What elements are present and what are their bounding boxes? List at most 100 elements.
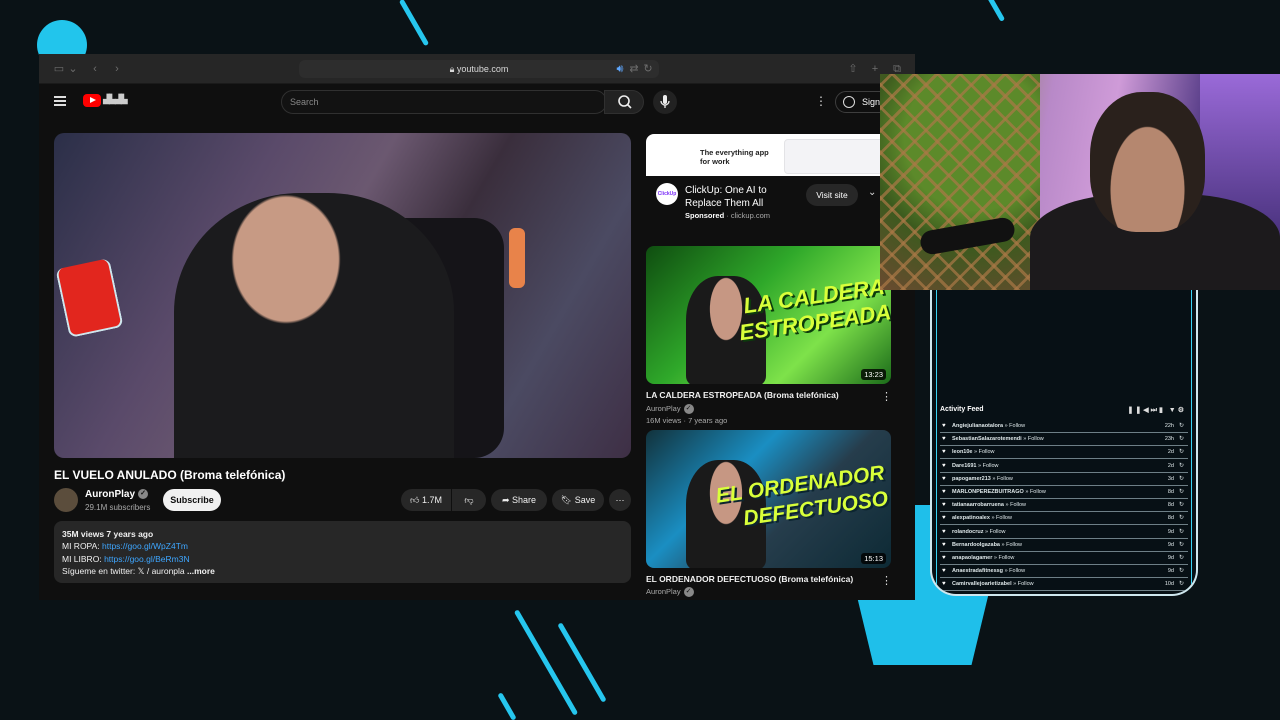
- rec-channel[interactable]: AuronPlay ✓: [646, 404, 694, 415]
- sidebar-toggle-icon[interactable]: ▭: [53, 63, 65, 75]
- replay-icon[interactable]: ↻: [1179, 486, 1184, 498]
- video-player[interactable]: [54, 133, 631, 458]
- desc-ropa-label: MI ROPA:: [62, 541, 100, 552]
- filter-icon[interactable]: ▼: [1169, 407, 1178, 414]
- activity-time: 23h: [1164, 436, 1174, 443]
- replay-icon[interactable]: ↻: [1179, 446, 1184, 458]
- channel-name[interactable]: AuronPlay ✓: [85, 489, 149, 500]
- video-description[interactable]: 35M views 7 years ago MI ROPA: https://g…: [54, 521, 631, 583]
- rec-title[interactable]: EL ORDENADOR DEFECTUOSO (Broma telefónic…: [646, 574, 853, 584]
- desc-ropa-link[interactable]: https://goo.gl/WpZ4Tm: [102, 541, 188, 551]
- video-frame-phone: [55, 258, 124, 338]
- chevron-down-icon[interactable]: ⌄: [868, 187, 876, 198]
- logo-doodle-icon: ▟▙▟▙: [103, 94, 128, 104]
- trash-icon[interactable]: ▮: [1159, 407, 1165, 414]
- activity-action: Follow: [1027, 436, 1044, 443]
- menu-icon[interactable]: [54, 96, 66, 106]
- thumb-text: LA CALDERA ESTROPEADA: [737, 273, 891, 346]
- url-text: youtube.com: [456, 64, 509, 74]
- rec-thumbnail[interactable]: LA CALDERA ESTROPEADA 13:23: [646, 246, 891, 384]
- activity-time: 2d: [1167, 462, 1174, 469]
- replay-icon[interactable]: ↻: [1179, 578, 1184, 590]
- search-button[interactable]: [604, 90, 644, 114]
- ad-card[interactable]: ClickUp ClickUp: One AI to Replace Them …: [646, 176, 915, 231]
- replay-icon[interactable]: ↻: [1179, 499, 1184, 511]
- address-bar[interactable]: 🔒︎ youtube.com: [299, 60, 659, 78]
- share-button[interactable]: ➦ Share: [491, 489, 547, 511]
- translate-icon[interactable]: ⇄: [628, 63, 640, 75]
- replay-icon[interactable]: ↻: [1179, 473, 1184, 485]
- activity-action: Follow: [989, 528, 1006, 535]
- reload-icon[interactable]: ↻: [642, 63, 654, 75]
- like-count: 1.7M: [421, 495, 442, 505]
- more-actions-button[interactable]: ⋯: [609, 489, 631, 511]
- activity-feed-row: ♥ MARLONPEREZBUITRAGO » Follow 8d ↻: [940, 486, 1188, 499]
- heart-icon: ♥: [942, 489, 946, 495]
- replay-icon[interactable]: ↻: [1179, 460, 1184, 472]
- duration-badge: 13:23: [861, 369, 886, 380]
- back-icon[interactable]: ‹: [89, 63, 101, 75]
- more-vert-icon[interactable]: ⋮: [815, 94, 827, 108]
- activity-action: Follow: [996, 515, 1012, 522]
- activity-time: 10d: [1164, 581, 1174, 588]
- save-button[interactable]: 🔖︎ Save: [552, 489, 604, 511]
- rec-thumbnail[interactable]: EL ORDENADOR DEFECTUOSO 15:13: [646, 430, 891, 568]
- desc-line-ropa: MI ROPA: https://goo.gl/WpZ4Tm: [62, 540, 623, 552]
- activity-user: alexpatinoalex: [952, 515, 990, 522]
- desc-twitter-handle[interactable]: / auronpla: [147, 566, 185, 576]
- replay-icon[interactable]: ↻: [1179, 565, 1184, 577]
- desc-libro-link[interactable]: https://goo.gl/BeRm3N: [104, 554, 190, 564]
- replay-icon[interactable]: ↻: [1179, 539, 1184, 551]
- gear-icon[interactable]: ⚙︎: [1178, 407, 1186, 414]
- more-link[interactable]: ...more: [187, 566, 215, 576]
- dislike-button[interactable]: 👎︎: [452, 489, 486, 511]
- replay-icon[interactable]: ↻: [1179, 433, 1184, 445]
- heart-icon: ♥: [942, 528, 946, 535]
- activity-action: Follow: [978, 449, 995, 456]
- volume-icon[interactable]: ◀︎: [1143, 407, 1150, 414]
- subscribe-button[interactable]: Subscribe: [163, 489, 221, 511]
- accent-stripe: [513, 609, 579, 716]
- forward-icon[interactable]: ›: [111, 63, 123, 75]
- visit-site-button[interactable]: Visit site: [806, 184, 858, 206]
- clickup-logo: ClickUp: [656, 183, 678, 205]
- video-frame-lamp: [509, 228, 525, 288]
- youtube-logo[interactable]: [83, 94, 101, 107]
- search-input[interactable]: Search: [281, 90, 607, 114]
- lock-icon: 🔒︎: [449, 64, 455, 74]
- activity-action: Follow: [1017, 581, 1034, 588]
- pause-icon[interactable]: ❚❚: [1128, 407, 1144, 414]
- replay-icon[interactable]: ↻: [1179, 552, 1184, 564]
- replay-icon[interactable]: ↻: [1179, 420, 1184, 432]
- voice-search-button[interactable]: [653, 90, 677, 114]
- rec-meta: 16M views · 7 years ago: [646, 416, 728, 425]
- search-icon: [618, 95, 632, 109]
- more-vert-icon[interactable]: ⋮: [881, 390, 892, 403]
- ad-banner[interactable]: The everything app for work: [646, 134, 915, 176]
- sponsored-label: Sponsored: [685, 211, 725, 220]
- activity-time: 22h: [1164, 423, 1174, 429]
- heart-icon: ♥: [942, 436, 946, 443]
- share-arrow-icon: ➦: [501, 495, 510, 505]
- activity-user: Angiejulianaotalora: [952, 423, 1004, 429]
- channel-avatar[interactable]: [54, 488, 78, 512]
- activity-time: 3d: [1167, 475, 1174, 482]
- chevron-down-icon[interactable]: ⌄: [67, 63, 79, 75]
- rec-channel[interactable]: AuronPlay ✓: [646, 587, 694, 598]
- skip-icon[interactable]: ⏭︎: [1151, 407, 1159, 414]
- browser-window: ▭ ⌄ ‹ › ☰ 🔒︎ youtube.com 🔊︎ ⇄ ↻ ⇧ + ⧉ ▟▙…: [39, 54, 915, 600]
- activity-user: Anaestradafitnessg: [952, 568, 1004, 575]
- views-age: 35M views 7 years ago: [62, 529, 154, 539]
- like-button[interactable]: 👍︎ 1.7M: [401, 489, 451, 511]
- activity-feed-controls[interactable]: ❚❚◀︎⏭︎▮ ▼⚙︎: [1128, 406, 1186, 415]
- activity-action: Follow: [1009, 423, 1026, 429]
- share-icon[interactable]: ⇧: [847, 63, 859, 75]
- activity-user: rolandocruz: [952, 528, 984, 535]
- replay-icon[interactable]: ↻: [1179, 526, 1184, 538]
- replay-icon[interactable]: ↻: [1179, 512, 1184, 524]
- accent-stripe: [497, 692, 517, 720]
- more-vert-icon[interactable]: ⋮: [881, 574, 892, 587]
- rec-title[interactable]: LA CALDERA ESTROPEADA (Broma telefónica): [646, 390, 839, 400]
- thumbs-up-icon: 👍︎: [410, 495, 420, 505]
- audio-icon[interactable]: 🔊︎: [614, 63, 626, 75]
